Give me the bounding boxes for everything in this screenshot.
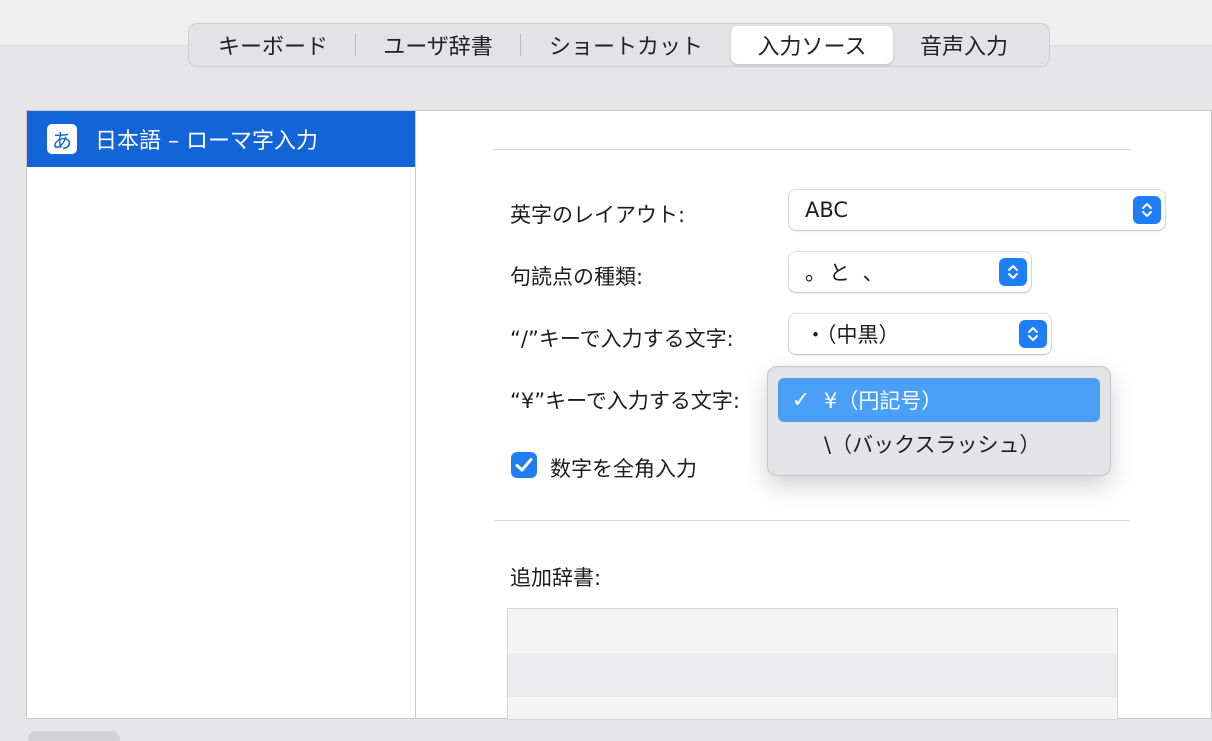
input-source-label: 日本語 – ローマ字入力 bbox=[95, 129, 318, 154]
add-remove-control[interactable] bbox=[28, 731, 120, 741]
yen-key-dropdown-menu: ✓ ¥（円記号） \（バックスラッシュ） bbox=[767, 366, 1111, 476]
up-down-chevron-icon bbox=[1133, 196, 1161, 224]
punctuation-popup[interactable]: 。と 、 bbox=[789, 252, 1031, 292]
additional-dictionary-label: 追加辞書: bbox=[510, 566, 602, 590]
tab-input-sources[interactable]: 入力ソース bbox=[731, 26, 893, 64]
input-source-list: あ 日本語 – ローマ字入力 bbox=[27, 111, 416, 718]
up-down-chevron-icon bbox=[1019, 320, 1047, 348]
slash-key-value: ・（中黒） bbox=[805, 323, 900, 347]
fullwidth-numbers-checkbox[interactable] bbox=[511, 452, 537, 478]
menu-item-yen-sign[interactable]: ✓ ¥（円記号） bbox=[778, 378, 1100, 422]
menu-item-label: ¥（円記号） bbox=[824, 389, 943, 413]
punctuation-value: 。と 、 bbox=[805, 261, 887, 285]
menu-item-label: \（バックスラッシュ） bbox=[824, 433, 1041, 457]
yen-key-label: “¥”キーで入力する文字: bbox=[510, 389, 740, 413]
middle-divider bbox=[494, 520, 1130, 521]
tab-keyboard[interactable]: キーボード bbox=[191, 26, 355, 64]
checkmark-icon: ✓ bbox=[791, 387, 811, 413]
tab-shortcuts[interactable]: ショートカット bbox=[521, 26, 731, 64]
up-down-chevron-icon bbox=[999, 258, 1027, 286]
slash-key-label: “/”キーで入力する文字: bbox=[510, 327, 734, 351]
tab-user-dictionary[interactable]: ユーザ辞書 bbox=[356, 26, 520, 64]
hiragana-a-icon: あ bbox=[47, 124, 77, 154]
menu-item-backslash[interactable]: \（バックスラッシュ） bbox=[778, 422, 1100, 466]
preferences-tabbar: キーボード ユーザ辞書 ショートカット 入力ソース 音声入力 bbox=[188, 23, 1050, 67]
slash-key-popup[interactable]: ・（中黒） bbox=[789, 314, 1051, 354]
input-source-item-japanese-romaji[interactable]: あ 日本語 – ローマ字入力 bbox=[27, 111, 415, 167]
layout-label: 英字のレイアウト: bbox=[510, 203, 686, 227]
punctuation-label: 句読点の種類: bbox=[510, 265, 644, 289]
fullwidth-numbers-label: 数字を全角入力 bbox=[550, 457, 697, 481]
layout-value: ABC bbox=[805, 198, 849, 222]
checkmark-icon bbox=[515, 458, 533, 472]
layout-popup[interactable]: ABC bbox=[789, 190, 1165, 230]
tab-dictation[interactable]: 音声入力 bbox=[893, 26, 1035, 64]
list-row-stripe bbox=[508, 653, 1117, 697]
additional-dictionary-list[interactable] bbox=[507, 608, 1118, 720]
top-divider bbox=[494, 149, 1130, 150]
